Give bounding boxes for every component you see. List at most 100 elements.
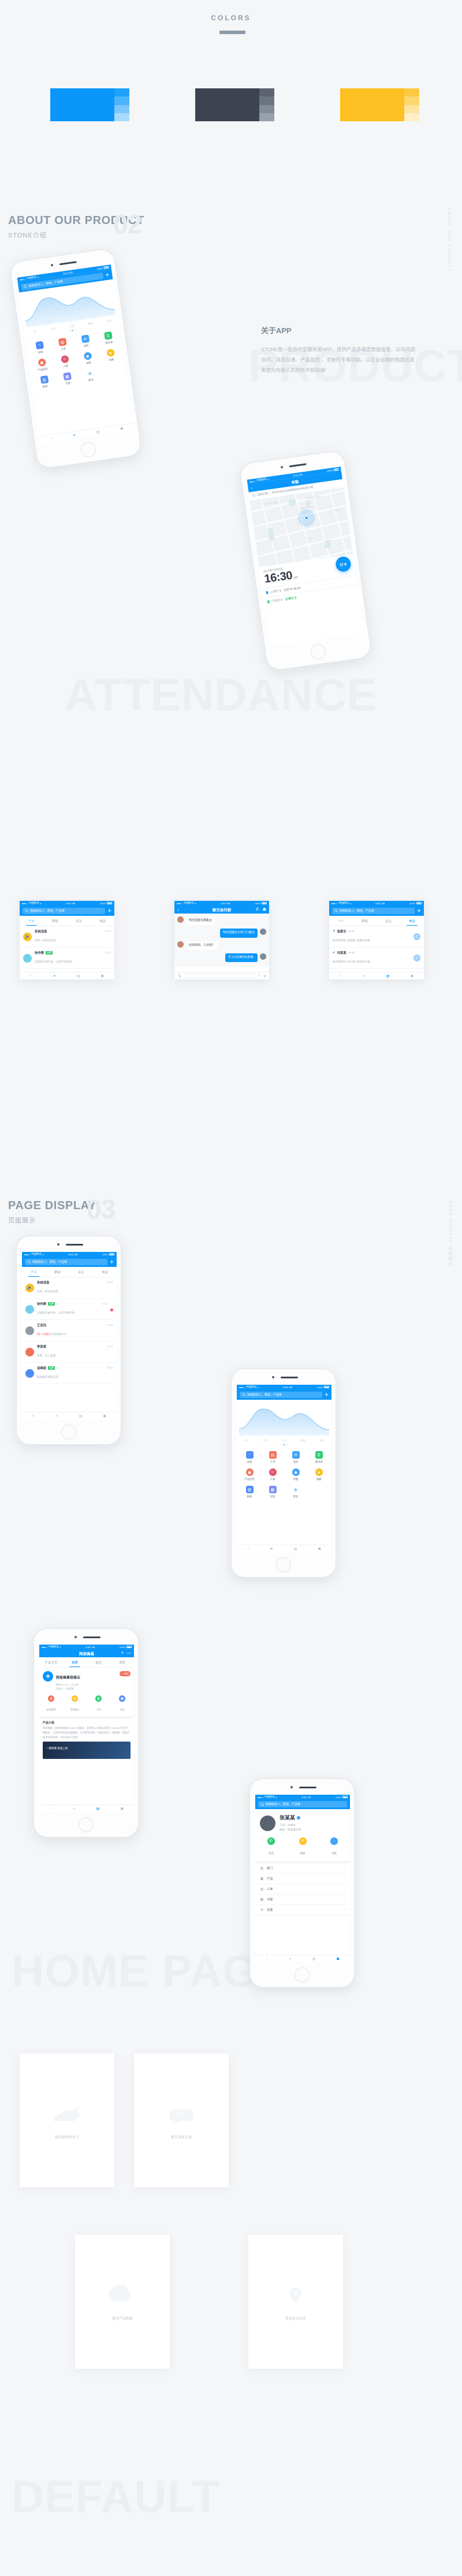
add-button[interactable]: +: [107, 907, 111, 914]
carousel-dots[interactable]: [237, 1442, 331, 1447]
tabbar-share-icon[interactable]: ⩕: [289, 1957, 292, 1961]
menu-item-settings[interactable]: ⚙ 设置 ›: [255, 1905, 350, 1915]
bottom-tabbar[interactable]: ⌂ ⩕ ▤ ☗: [20, 972, 114, 979]
app-shortcut-xiaoxi[interactable]: ✉ 消息: [284, 1449, 307, 1466]
add-button[interactable]: +: [105, 271, 110, 279]
follow-button[interactable]: + 关注: [120, 1671, 131, 1676]
app-shortcut-baobiao[interactable]: ▥ 报表: [32, 372, 57, 392]
tabbar-person-icon[interactable]: ☗: [411, 974, 413, 978]
search-icon[interactable]: ⌕: [121, 1651, 124, 1656]
home-button[interactable]: [276, 1557, 291, 1572]
tab-members[interactable]: 成员: [110, 1657, 134, 1667]
list-item[interactable]: 李某某 收到，马上处理 11:07: [22, 1341, 117, 1363]
tabbar-home-icon[interactable]: ⌂: [247, 1547, 249, 1550]
carousel-dot-active[interactable]: [284, 1444, 285, 1445]
profile-action-call[interactable]: ✆ 电话: [255, 1837, 287, 1857]
list-item[interactable]: 王泥玛 [有人@我]今天去健身吗? 12:45: [22, 1320, 117, 1341]
call-button[interactable]: ✆: [413, 933, 420, 940]
chat-text-input[interactable]: [184, 974, 255, 978]
list-item[interactable]: 运维组 公开 服务器已恢复正常 09:30: [22, 1363, 117, 1384]
app-shortcut-yunwei[interactable]: ◔ 运维: [238, 1449, 261, 1466]
tabbar-person-icon[interactable]: ☗: [103, 1414, 106, 1418]
add-button[interactable]: +: [325, 1391, 329, 1398]
tabbar-share-icon[interactable]: ⩕: [73, 433, 76, 438]
tabbar-person-icon[interactable]: ☗: [337, 1957, 340, 1961]
list-item[interactable]: ↗ 张家乐 12:32 杭州研究院–运维部–运维开发组 ✆: [329, 926, 424, 948]
tab-personal[interactable]: 个人: [20, 916, 43, 926]
product-promo-banner[interactable]: 一键部署 极速上线: [43, 1742, 131, 1759]
home-button[interactable]: [295, 1967, 310, 1982]
app-shortcut-shoucang[interactable]: ★ 收藏: [98, 345, 124, 366]
home-button[interactable]: [80, 441, 97, 458]
tab-groups[interactable]: 群组: [46, 1267, 69, 1277]
app-shortcut-more[interactable]: + 更多: [284, 1483, 307, 1501]
list-item[interactable]: 🔊 系统消息 您有一条未读消息 22:32: [22, 1277, 117, 1299]
tabbar-chart-icon[interactable]: ▤: [96, 1807, 100, 1811]
product-tabs[interactable]: 产品主页 概要 监控 成员: [39, 1657, 134, 1668]
bottom-tabbar[interactable]: ⌂ ⩕ ▤ ☗: [39, 1805, 134, 1812]
app-shortcut-richeng[interactable]: ▦ 日程: [261, 1483, 284, 1501]
search-input[interactable]: 搜索联系人、群组、产品等: [332, 907, 415, 914]
app-shortcut-more[interactable]: + 更多: [77, 366, 103, 386]
tab-personal[interactable]: 个人: [22, 1267, 46, 1277]
tabbar-chart-icon[interactable]: ▤: [96, 430, 99, 434]
tabbar-home-icon[interactable]: ⌂: [50, 437, 52, 440]
app-shortcut-shoucang[interactable]: ★ 收藏: [307, 1466, 330, 1483]
tab-follow[interactable]: 关注: [377, 916, 400, 926]
carousel-dot-active[interactable]: [72, 330, 73, 331]
tabbar-home-icon[interactable]: ⌂: [340, 974, 342, 978]
smile-icon[interactable]: ☺: [258, 974, 261, 978]
contacts-tabs[interactable]: 个人 群组 关注 电话: [329, 916, 424, 926]
chat-input-bar[interactable]: 🎙 ☺ ⊕: [174, 972, 269, 979]
menu-item-schedule[interactable]: ▦ 日程 ›: [255, 1895, 350, 1905]
quick-action-doc[interactable]: ▦ 文档: [110, 1695, 134, 1713]
tabbar-home-icon[interactable]: ⌂: [32, 1414, 35, 1418]
home-button[interactable]: [310, 643, 327, 661]
tab-product-home[interactable]: 产品主页: [39, 1657, 63, 1667]
call-button[interactable]: ✆: [413, 955, 420, 961]
carousel-dot[interactable]: [281, 1444, 282, 1445]
tabbar-home-icon[interactable]: ⌂: [266, 1957, 268, 1960]
tabbar-share-icon[interactable]: ⩕: [53, 974, 56, 978]
profile-action-mail[interactable]: ✉ 邮箱: [287, 1837, 319, 1857]
tabbar-chart-icon[interactable]: ▤: [386, 974, 390, 978]
tabbar-chart-icon[interactable]: ▤: [79, 1414, 83, 1418]
tabbar-person-icon[interactable]: ☗: [120, 426, 124, 431]
carousel-dot[interactable]: [69, 330, 70, 332]
tabbar-share-icon[interactable]: ⩕: [363, 974, 366, 978]
tab-overview[interactable]: 概要: [63, 1657, 87, 1667]
tab-follow[interactable]: 关注: [67, 916, 91, 926]
carousel-dot[interactable]: [74, 329, 76, 331]
search-bar[interactable]: 搜索联系人、群组、产品等 +: [329, 905, 424, 916]
search-bar[interactable]: 搜索联系人、群组、产品等 +: [20, 905, 114, 916]
search-bar[interactable]: 搜索联系人、群组、产品等 +: [237, 1389, 331, 1400]
quick-action-stats[interactable]: ▤ 资源统计: [63, 1695, 87, 1713]
bottom-tabbar[interactable]: ⌂ ⩕ ▤ ☗: [255, 1955, 350, 1962]
bottom-tabbar[interactable]: ⌂ ⩕ ▤ ☗: [329, 972, 424, 979]
tabbar-home-icon[interactable]: ⌂: [30, 974, 32, 978]
tabbar-chart-icon[interactable]: ▤: [77, 974, 80, 978]
tab-groups[interactable]: 群组: [353, 916, 377, 926]
product-quick-actions[interactable]: ◍ 监控报警 ▤ 资源统计 ▥ 工单 ▦ 文档: [39, 1694, 134, 1716]
search-bar[interactable]: 搜索联系人、群组、产品等 +: [22, 1257, 117, 1267]
tab-phone[interactable]: 电话: [400, 916, 424, 926]
tab-groups[interactable]: 群组: [43, 916, 67, 926]
search-input[interactable]: 搜索联系人、群组、产品等: [25, 1258, 107, 1265]
mic-icon[interactable]: 🎙: [177, 974, 182, 978]
tab-phone[interactable]: 电话: [93, 1267, 117, 1277]
list-item[interactable]: 🔊 系统消息 您有一条未读消息 22:32: [20, 926, 114, 948]
tab-monitor[interactable]: 监控: [87, 1657, 110, 1667]
tabbar-person-icon[interactable]: ☗: [101, 974, 104, 978]
profile-action-message[interactable]: ◌ 消息: [318, 1837, 350, 1857]
tabbar-person-icon[interactable]: ☗: [318, 1547, 321, 1551]
list-item[interactable]: ↙ 刘某某 11:58 杭州研究院–设计部–视觉设计组 ✆: [329, 948, 424, 969]
app-shortcut-gongdan[interactable]: ▤ 工单: [261, 1449, 284, 1466]
menu-item-product[interactable]: ▣ 产品 ›: [255, 1874, 350, 1884]
bottom-tabbar[interactable]: ⌂ ⩕ ▤ ☗: [39, 423, 135, 443]
attendance-map[interactable]: Greenwich Village Washington Square Univ…: [249, 487, 353, 568]
app-shortcut-baobiao[interactable]: ▥ 报表: [238, 1483, 261, 1501]
menu-item-department[interactable]: ▤ 部门 ›: [255, 1863, 350, 1874]
app-shortcut-tongxunlu[interactable]: ☰ 通讯录: [307, 1449, 330, 1466]
person-icon[interactable]: ☗: [263, 907, 266, 912]
profile-actions[interactable]: ✆ 电话 ✉ 邮箱 ◌ 消息: [255, 1836, 350, 1863]
